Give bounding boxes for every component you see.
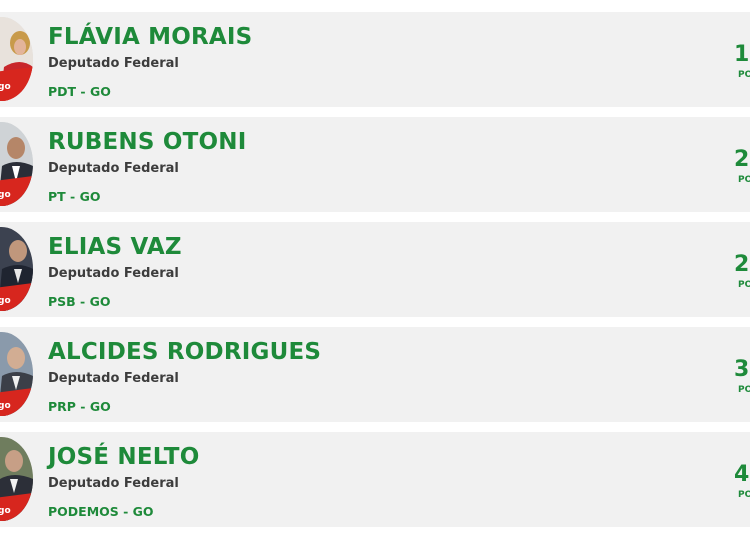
deputy-ranking-list: go FLÁVIA MORAIS Deputado Federal PDT - … bbox=[0, 0, 750, 534]
deputy-photo: go bbox=[0, 437, 33, 521]
svg-text:go: go bbox=[0, 82, 11, 92]
deputy-role: Deputado Federal bbox=[48, 161, 179, 176]
deputy-name: FLÁVIA MORAIS bbox=[48, 24, 253, 50]
deputy-party: PSB - GO bbox=[48, 294, 111, 309]
svg-text:go: go bbox=[0, 401, 11, 411]
ranking-position-label: PO bbox=[738, 385, 750, 395]
deputy-party: PDT - GO bbox=[48, 84, 111, 99]
svg-text:go: go bbox=[0, 296, 11, 306]
deputy-party: PT - GO bbox=[48, 189, 101, 204]
ranking-position: 2 bbox=[734, 252, 750, 277]
deputy-photo: go bbox=[0, 122, 33, 206]
deputy-card[interactable]: go RUBENS OTONI Deputado Federal PT - GO… bbox=[0, 117, 750, 212]
deputy-name: JOSÉ NELTO bbox=[48, 444, 200, 470]
deputy-card[interactable]: go JOSÉ NELTO Deputado Federal PODEMOS -… bbox=[0, 432, 750, 527]
deputy-photo: go bbox=[0, 227, 33, 311]
ranking-position-label: PO bbox=[738, 490, 750, 500]
ranking-position: 1 bbox=[734, 42, 750, 67]
deputy-role: Deputado Federal bbox=[48, 266, 179, 281]
deputy-party: PODEMOS - GO bbox=[48, 504, 154, 519]
ranking-position-label: PO bbox=[738, 70, 750, 80]
ranking-position: 3 bbox=[734, 357, 750, 382]
deputy-photo: go bbox=[0, 17, 33, 101]
ranking-position: 4 bbox=[734, 462, 750, 487]
deputy-card[interactable]: go ELIAS VAZ Deputado Federal PSB - GO 2… bbox=[0, 222, 750, 317]
deputy-party: PRP - GO bbox=[48, 399, 111, 414]
deputy-role: Deputado Federal bbox=[48, 56, 179, 71]
svg-text:go: go bbox=[0, 190, 11, 200]
deputy-card[interactable]: go FLÁVIA MORAIS Deputado Federal PDT - … bbox=[0, 12, 750, 107]
deputy-photo: go bbox=[0, 332, 33, 416]
ranking-position-label: PO bbox=[738, 175, 750, 185]
deputy-name: ALCIDES RODRIGUES bbox=[48, 339, 322, 365]
ranking-position: 2 bbox=[734, 147, 750, 172]
deputy-name: ELIAS VAZ bbox=[48, 234, 182, 260]
svg-text:go: go bbox=[0, 506, 11, 516]
deputy-role: Deputado Federal bbox=[48, 371, 179, 386]
deputy-name: RUBENS OTONI bbox=[48, 129, 247, 155]
ranking-position-label: PO bbox=[738, 280, 750, 290]
deputy-role: Deputado Federal bbox=[48, 476, 179, 491]
deputy-card[interactable]: go ALCIDES RODRIGUES Deputado Federal PR… bbox=[0, 327, 750, 422]
